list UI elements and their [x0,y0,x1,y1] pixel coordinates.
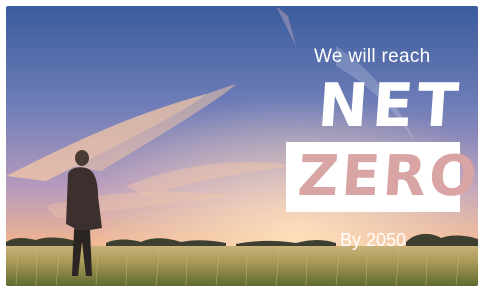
zero-highlight-box: ZERO [286,142,478,212]
target-year-text: By 2050 [340,230,407,250]
tagline-text: We will reach [314,46,431,67]
headline-net: NET [315,71,465,141]
hero-banner: We will reach NET ZERO By 2050 [6,6,478,286]
headline-zero: ZERO [295,144,478,209]
net-zero-message: We will reach NET ZERO By 2050 [284,40,478,270]
